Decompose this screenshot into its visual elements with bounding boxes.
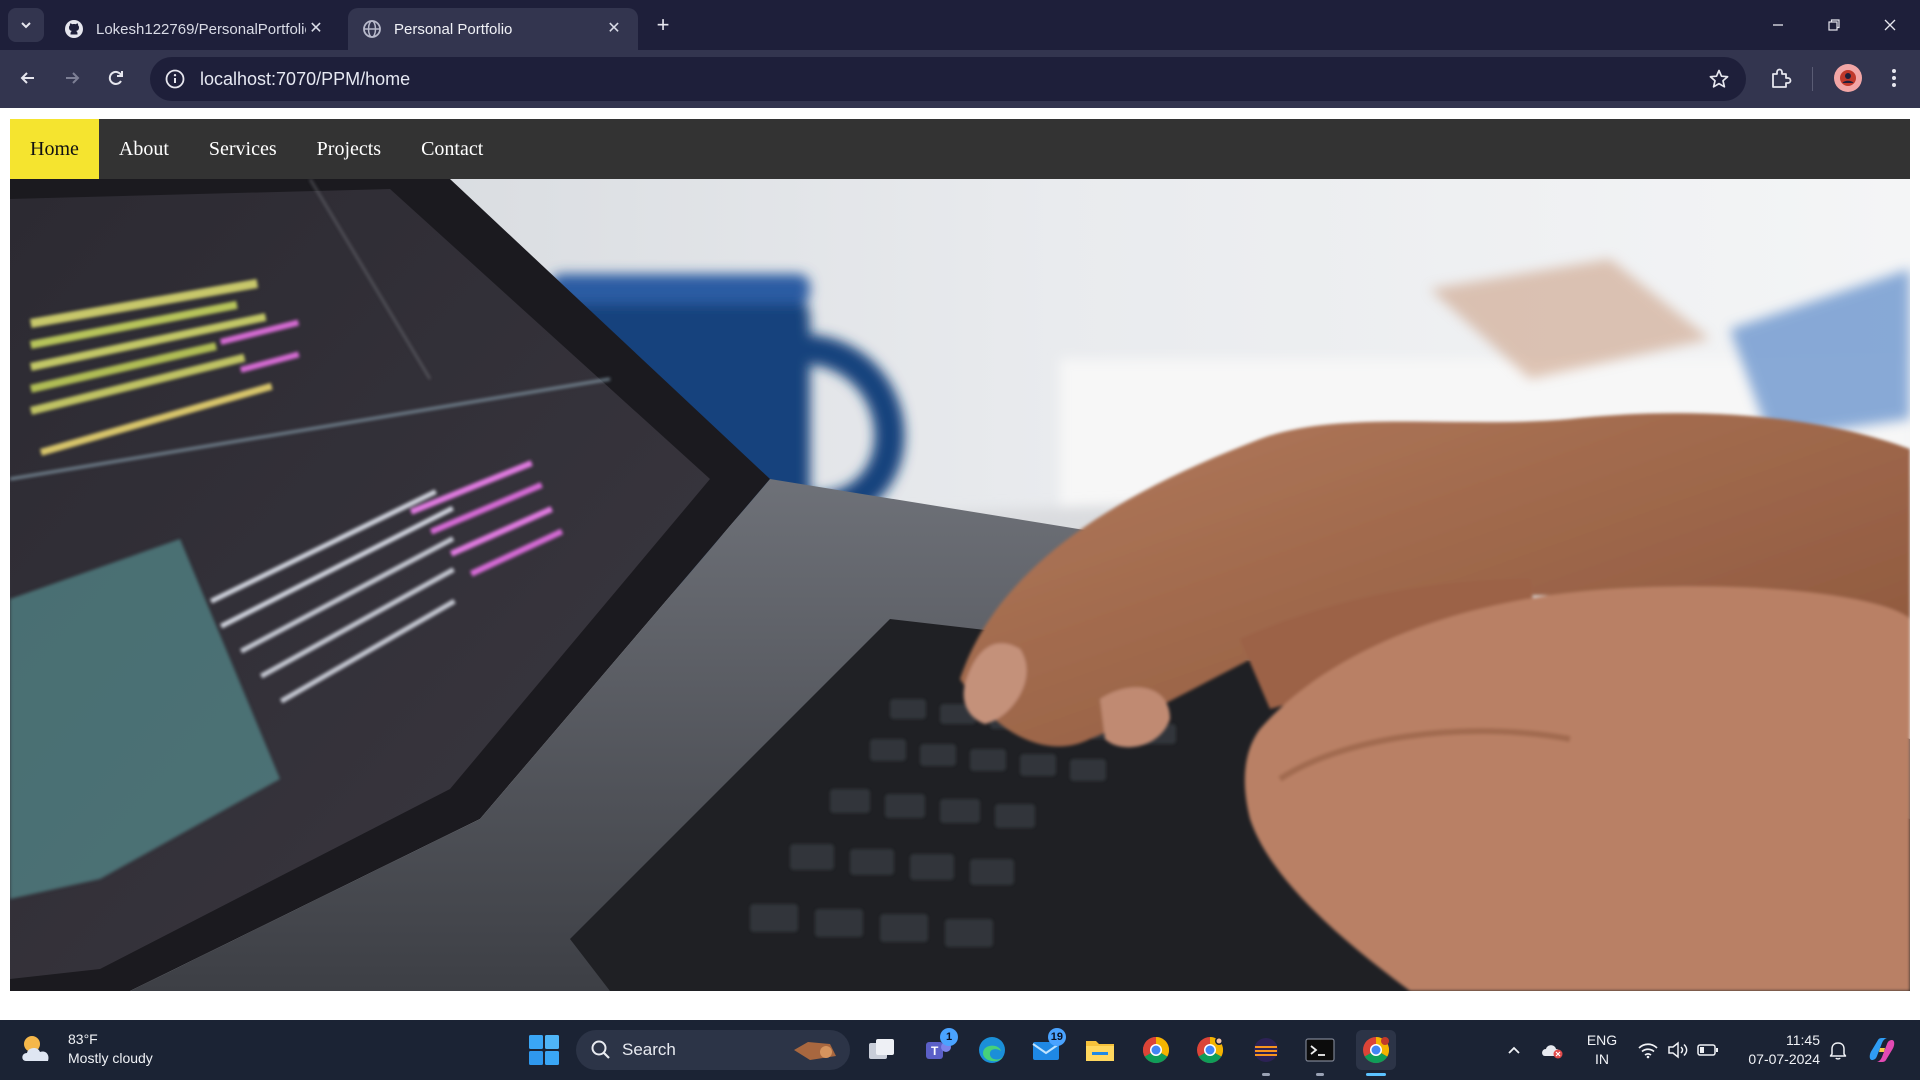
chrome-icon <box>1363 1036 1390 1064</box>
running-indicator <box>1262 1073 1270 1076</box>
terminal-app[interactable] <box>1300 1030 1340 1076</box>
tab-search-button[interactable] <box>8 8 44 42</box>
site-info-icon[interactable] <box>164 68 186 90</box>
wifi-tray[interactable] <box>1634 1020 1662 1080</box>
clock-time: 11:45 <box>1786 1032 1820 1048</box>
chrome-icon <box>1142 1036 1170 1064</box>
search-icon <box>591 1040 610 1059</box>
teams-app[interactable]: T 1 <box>918 1028 958 1070</box>
weather-widget[interactable]: 83°F Mostly cloudy <box>18 1030 153 1068</box>
new-tab-button[interactable]: + <box>650 12 676 38</box>
weather-temperature: 83°F <box>68 1031 98 1047</box>
site-navbar: Home About Services Projects Contact <box>10 119 1910 179</box>
language-code: ENG <box>1586 1032 1618 1048</box>
taskbar-search[interactable]: Search <box>576 1030 850 1070</box>
back-button[interactable] <box>12 62 44 94</box>
extensions-puzzle-icon[interactable] <box>1768 65 1794 91</box>
nav-contact-link[interactable]: Contact <box>401 119 503 179</box>
search-highlight-icon <box>794 1042 836 1060</box>
tab-title: Lokesh122769/PersonalPortfolio <box>96 20 306 38</box>
file-explorer-app[interactable] <box>1080 1030 1120 1070</box>
volume-tray[interactable] <box>1664 1020 1692 1080</box>
svg-text:T: T <box>931 1044 939 1058</box>
eclipse-icon <box>1254 1038 1278 1062</box>
windows-start-icon[interactable] <box>528 1034 560 1066</box>
chrome-app[interactable] <box>1136 1030 1176 1070</box>
speaker-icon <box>1668 1041 1688 1059</box>
profile-avatar[interactable] <box>1834 64 1862 92</box>
bookmark-star-icon[interactable] <box>1708 68 1730 90</box>
windows-taskbar: 83°F Mostly cloudy Search T 1 19 ENG IN … <box>0 1020 1920 1080</box>
taskbar-clock[interactable]: 11:45 07-07-2024 <box>1726 1031 1820 1069</box>
laptop-coding-photo <box>10 179 1910 991</box>
copilot-icon <box>1869 1038 1895 1062</box>
battery-icon <box>1697 1044 1718 1056</box>
language-region: IN <box>1595 1051 1609 1067</box>
hero-image <box>10 179 1910 991</box>
reload-icon <box>108 70 123 85</box>
restore-icon <box>1828 19 1840 31</box>
eclipse-app[interactable] <box>1246 1030 1286 1076</box>
clock-date: 07-07-2024 <box>1748 1051 1820 1067</box>
web-page: Home About Services Projects Contact <box>0 108 1920 1020</box>
avatar-icon <box>1840 70 1856 86</box>
battery-tray[interactable] <box>1694 1020 1722 1080</box>
arrow-right-icon <box>66 72 80 84</box>
browser-toolbar: localhost:7070/PPM/home <box>0 50 1920 108</box>
minimize-button[interactable] <box>1750 0 1806 50</box>
browser-tab-strip: Lokesh122769/PersonalPortfolio ✕ Persona… <box>0 0 1920 50</box>
mail-badge: 19 <box>1047 1028 1066 1046</box>
copilot-button[interactable] <box>1862 1020 1902 1080</box>
chevron-up-icon <box>1508 1046 1520 1054</box>
nav-projects-link[interactable]: Projects <box>297 119 401 179</box>
task-view-icon <box>869 1039 894 1059</box>
cloud-error-icon <box>1542 1045 1563 1059</box>
teams-badge: 1 <box>940 1028 958 1046</box>
address-bar-url[interactable]: localhost:7070/PPM/home <box>200 69 410 90</box>
folder-icon <box>1086 1041 1114 1061</box>
browser-tab-personal-portfolio[interactable]: Personal Portfolio ✕ <box>348 8 638 50</box>
close-icon <box>1884 19 1896 31</box>
bell-icon <box>1829 1042 1847 1060</box>
cloudy-weather-icon <box>22 1036 49 1061</box>
onedrive-tray[interactable] <box>1538 1020 1568 1080</box>
weather-condition: Mostly cloudy <box>68 1050 153 1066</box>
terminal-icon <box>1305 1038 1335 1062</box>
tab-title: Personal Portfolio <box>394 20 513 38</box>
edge-app[interactable] <box>972 1030 1012 1070</box>
github-icon <box>65 20 83 38</box>
restore-button[interactable] <box>1806 0 1862 50</box>
close-icon[interactable]: ✕ <box>604 18 624 38</box>
input-language[interactable]: ENG IN <box>1580 1020 1624 1080</box>
search-label: Search <box>622 1040 676 1059</box>
reload-button[interactable] <box>100 62 132 94</box>
notifications-button[interactable] <box>1824 1020 1852 1080</box>
close-icon[interactable]: ✕ <box>306 18 326 38</box>
chrome-active-app[interactable] <box>1356 1030 1396 1076</box>
chrome-profile-app[interactable] <box>1190 1030 1230 1070</box>
running-indicator <box>1316 1073 1324 1076</box>
edge-icon <box>979 1037 1005 1063</box>
nav-home-link[interactable]: Home <box>10 119 99 179</box>
arrow-left-icon <box>20 72 34 84</box>
task-view-button[interactable] <box>862 1030 902 1070</box>
close-window-button[interactable] <box>1862 0 1918 50</box>
wifi-icon <box>1638 1043 1658 1059</box>
address-bar[interactable]: localhost:7070/PPM/home <box>150 57 1746 101</box>
browser-tab-github[interactable]: Lokesh122769/PersonalPortfolio ✕ <box>50 8 340 50</box>
toolbar-divider <box>1812 67 1813 91</box>
forward-button[interactable] <box>56 62 88 94</box>
show-hidden-icons-button[interactable] <box>1500 1020 1528 1080</box>
mail-app[interactable]: 19 <box>1026 1028 1066 1070</box>
browser-menu-button[interactable] <box>1880 64 1908 92</box>
nav-services-link[interactable]: Services <box>189 119 297 179</box>
kebab-menu-icon <box>1892 69 1896 87</box>
active-indicator <box>1366 1073 1386 1076</box>
nav-about-link[interactable]: About <box>99 119 189 179</box>
globe-icon <box>363 20 381 38</box>
chrome-icon <box>1197 1036 1224 1064</box>
minimize-icon <box>1773 24 1783 26</box>
chevron-down-icon <box>21 22 31 29</box>
